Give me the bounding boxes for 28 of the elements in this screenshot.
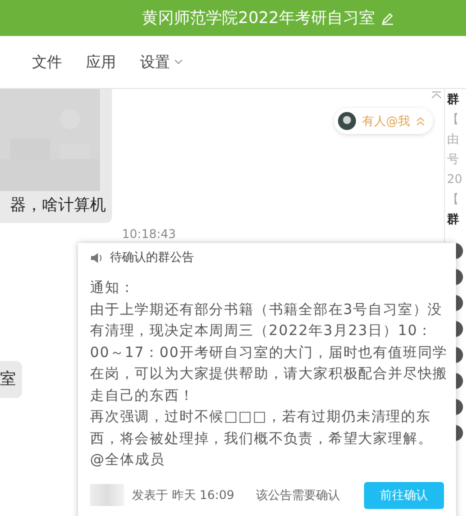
double-chevron-up-icon: [416, 116, 425, 126]
confirm-note: 该公告需要确认: [256, 486, 340, 504]
sidebar-text: 号: [447, 151, 460, 168]
window-title: 黄冈师范学院2022年考研自习室: [142, 8, 375, 28]
sidebar-text: 【: [447, 191, 460, 208]
message-bubble: 室: [0, 361, 22, 398]
announcement-text: 通知：: [90, 279, 136, 298]
tab[interactable]: 文件: [32, 48, 62, 76]
avatar: [90, 484, 124, 506]
message-time: 10:18:43: [122, 227, 176, 241]
announcement-text: 由于上学期还有部分书籍（书籍全部在3号自习室）没有清理，现决定本周周三（2022年3月23日）10：00～17：00开考研自习室的大门，届时也有值班同学在岗，可以为大家提供帮助，请大家积极配合并尽快搬走自己的东西！: [90, 300, 448, 406]
tab[interactable]: 应用: [86, 48, 116, 76]
sidebar-text: 群: [447, 211, 460, 228]
announcement-title: 待确认的群公告: [110, 249, 194, 266]
announcement-text: 再次强调，过时不候□□□，若有过期仍未清理的东西，将会被处理掉，我们概不负责，希望大家理解。: [90, 408, 434, 448]
sidebar-text: 由: [447, 131, 460, 148]
collapse-icon[interactable]: [431, 91, 442, 99]
tab[interactable]: 设置: [140, 48, 183, 76]
sidebar-text: 群: [447, 91, 460, 108]
announcement-text: @全体成员: [90, 451, 166, 470]
avatar-icon: [338, 112, 356, 130]
message-text: 器，啥计算机: [9, 194, 107, 216]
speaker-icon: [90, 252, 104, 264]
pencil-icon[interactable]: [380, 12, 394, 24]
chevron-down-icon: [174, 59, 183, 65]
posted-time: 发表于 昨天 16:09: [132, 486, 234, 504]
sidebar-text: 【: [447, 111, 460, 128]
sidebar-text: 20: [447, 171, 464, 188]
